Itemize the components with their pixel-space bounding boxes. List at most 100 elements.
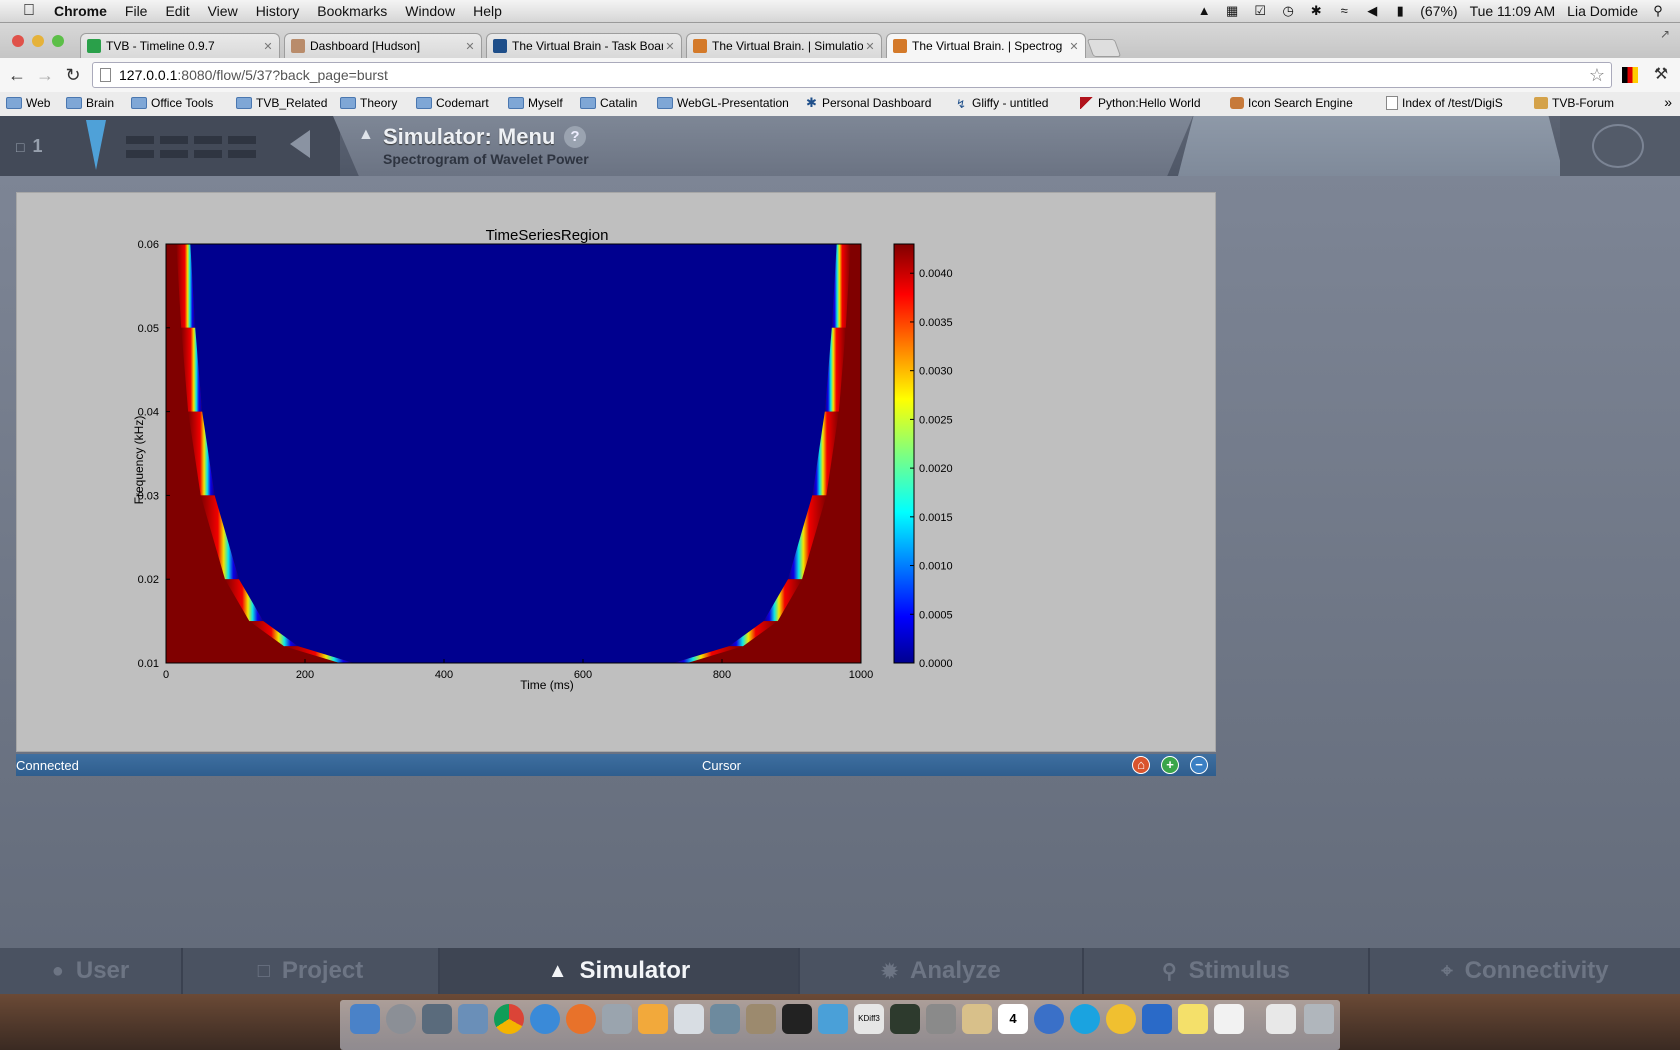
sourcetree-icon[interactable] [818,1004,848,1034]
layout-block-icon[interactable] [126,150,154,158]
bluetooth-icon[interactable]: ✱ [1308,4,1324,18]
close-tab-icon[interactable]: ✕ [1067,40,1081,53]
itunes-icon[interactable] [1034,1004,1064,1034]
layout-block-icon[interactable] [228,136,256,144]
close-tab-icon[interactable]: ✕ [863,40,877,53]
elephant-icon[interactable] [710,1004,740,1034]
bookmark-link[interactable]: Icon Search Engine [1230,96,1353,110]
browser-tab[interactable]: The Virtual Brain - Task Boar ✕ [486,33,682,58]
xcode-icon[interactable] [602,1004,632,1034]
forward-arrow-icon[interactable]: → [34,64,56,86]
browser-tab[interactable]: TVB - Timeline 0.9.7 ✕ [80,33,280,58]
launchpad-icon[interactable] [386,1004,416,1034]
back-arrow-icon[interactable]: ← [6,64,28,86]
layout-block-icon[interactable] [194,136,222,144]
fullscreen-icon[interactable]: ↗ [1660,27,1670,41]
zoom-in-icon[interactable]: + [1161,756,1179,774]
layout-block-icon[interactable] [126,136,154,144]
zoom-out-icon[interactable]: − [1190,756,1208,774]
bookmark-folder[interactable]: Office Tools [131,96,213,110]
bookmark-link[interactable]: ✱ Personal Dashboard [806,96,931,110]
project-count[interactable]: □ 1 [16,136,42,157]
activity-monitor-icon[interactable] [890,1004,920,1034]
bookmark-folder[interactable]: Theory [340,96,397,110]
home-icon[interactable]: ⌂ [1132,756,1150,774]
kdiff3-icon[interactable]: KDiff3 [854,1004,884,1034]
browser-tab[interactable]: Dashboard [Hudson] ✕ [284,33,482,58]
database-icon[interactable] [674,1004,704,1034]
bookmark-star-icon[interactable]: ☆ [1589,63,1605,87]
skype-icon[interactable] [1070,1004,1100,1034]
volume-icon[interactable]: ◀ [1364,4,1380,18]
minimize-window-button[interactable] [32,35,44,47]
contacts-icon[interactable] [962,1004,992,1034]
battery-icon[interactable]: ▮ [1392,4,1408,18]
menu-edit[interactable]: Edit [165,3,189,19]
wrench-menu-icon[interactable]: ⚒ [1650,64,1672,86]
nav-connectivity[interactable]: ⌖ Connectivity [1370,948,1680,994]
user-name[interactable]: Lia Domide [1567,3,1638,19]
menu-bookmarks[interactable]: Bookmarks [317,3,387,19]
bookmark-folder[interactable]: Web [6,96,50,110]
layout-block-icon[interactable] [228,150,256,158]
gimp-icon[interactable] [746,1004,776,1034]
close-tab-icon[interactable]: ✕ [663,40,677,53]
chrome-icon[interactable] [494,1004,524,1034]
nav-stimulus[interactable]: ⚲ Stimulus [1084,948,1370,994]
help-button[interactable]: ? [564,126,586,148]
spectrogram-chart[interactable]: 0 200 400 600 800 10000.010.020.030.040.050.0… [17,193,1215,751]
funnel-icon[interactable] [86,120,106,170]
disk-utility-icon[interactable] [926,1004,956,1034]
flag-extension-icon[interactable] [1622,67,1638,83]
evernote-icon[interactable]: ☑ [1252,4,1268,18]
reload-icon[interactable]: ↻ [62,64,84,86]
more-bookmarks-icon[interactable]: » [1664,94,1672,110]
firefox-icon[interactable] [566,1004,596,1034]
bookmark-link[interactable]: TVB-Forum [1534,96,1614,110]
new-tab-button[interactable] [1086,39,1122,57]
trash-icon[interactable] [1304,1004,1334,1034]
dropbox-icon[interactable]: ▦ [1224,4,1240,18]
browser-tab[interactable]: The Virtual Brain. | Simulatio ✕ [686,33,882,58]
address-bar[interactable]: 127.0.0.1:8080/flow/5/37?back_page=burst… [92,62,1612,88]
bookmark-folder[interactable]: Myself [508,96,563,110]
menu-file[interactable]: File [125,3,148,19]
layout-block-icon[interactable] [194,150,222,158]
finder-icon[interactable] [350,1004,380,1034]
close-tab-icon[interactable]: ✕ [463,40,477,53]
close-tab-icon[interactable]: ✕ [261,40,275,53]
layout-block-icon[interactable] [160,150,188,158]
google-drive-icon[interactable]: ▲ [1196,4,1212,18]
calculator-icon[interactable] [1142,1004,1172,1034]
nav-user[interactable]: ● User [0,948,183,994]
bookmark-link[interactable]: Index of /test/DigiS [1386,96,1503,110]
nav-project[interactable]: □ Project [183,948,440,994]
menu-history[interactable]: History [256,3,300,19]
terminal-icon[interactable] [782,1004,812,1034]
bookmark-folder[interactable]: Catalin [580,96,637,110]
spotlight-search-icon[interactable]: ⚲ [1650,4,1666,18]
layout-block-icon[interactable] [160,136,188,144]
apple-icon[interactable]:  [18,3,40,19]
brain-logo-icon[interactable] [1592,124,1644,168]
adium-icon[interactable] [1106,1004,1136,1034]
bookmark-folder[interactable]: WebGL-Presentation [657,96,789,110]
zoom-window-button[interactable] [52,35,64,47]
bookmark-folder[interactable]: Codemart [416,96,489,110]
documents-stack-icon[interactable] [1266,1004,1296,1034]
nav-analyze[interactable]: ✹ Analyze [800,948,1084,994]
time-machine-icon[interactable]: ◷ [1280,4,1296,18]
x11-icon[interactable] [1214,1004,1244,1034]
close-window-button[interactable] [12,35,24,47]
back-triangle-icon[interactable] [290,130,310,158]
menu-help[interactable]: Help [473,3,502,19]
nav-simulator[interactable]: ▲ Simulator [440,948,800,994]
browser-tab-active[interactable]: The Virtual Brain. | Spectrog ✕ [886,33,1086,58]
battery-percent[interactable]: (67%) [1420,3,1457,19]
wifi-icon[interactable]: ≈ [1336,4,1352,18]
preview-icon[interactable] [458,1004,488,1034]
bookmark-folder[interactable]: TVB_Related [236,96,327,110]
bookmark-folder[interactable]: Brain [66,96,114,110]
menu-chrome[interactable]: Chrome [54,3,107,19]
menu-view[interactable]: View [208,3,238,19]
